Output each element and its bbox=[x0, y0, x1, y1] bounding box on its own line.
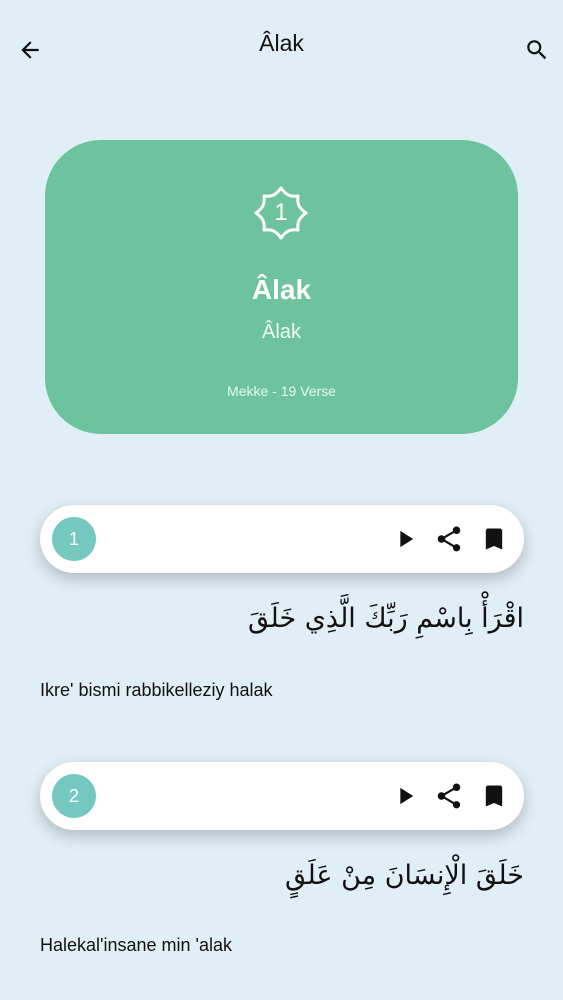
share-icon bbox=[437, 783, 461, 809]
app-bar: Âlak bbox=[0, 0, 563, 96]
verse-toolbar: 1 bbox=[40, 505, 524, 573]
share-icon bbox=[437, 526, 461, 552]
share-button[interactable] bbox=[432, 779, 466, 813]
verse-arabic-text: خَلَقَ الْإِنسَانَ مِنْ عَلَقٍ bbox=[284, 860, 524, 891]
bookmark-icon bbox=[485, 528, 503, 550]
surah-meta: Mekke - 19 Verse bbox=[227, 383, 336, 399]
surah-name: Âlak bbox=[251, 274, 312, 305]
surah-number-badge: 1 bbox=[246, 178, 316, 248]
share-button[interactable] bbox=[432, 522, 466, 556]
verse-toolbar: 2 bbox=[40, 762, 524, 830]
verse-number: 2 bbox=[52, 774, 96, 818]
bookmark-button[interactable] bbox=[477, 522, 511, 556]
search-icon bbox=[527, 40, 547, 60]
surah-translation: Âlak bbox=[262, 321, 301, 343]
verse-number: 1 bbox=[52, 517, 96, 561]
play-button[interactable] bbox=[388, 522, 422, 556]
play-button[interactable] bbox=[388, 779, 422, 813]
verse-transliteration: Halekal'insane min 'alak bbox=[40, 935, 232, 955]
play-icon bbox=[400, 787, 414, 805]
play-icon bbox=[400, 530, 414, 548]
surah-header-card: 1 Âlak Âlak Mekke - 19 Verse bbox=[45, 140, 518, 434]
bookmark-icon bbox=[485, 785, 503, 807]
search-button[interactable] bbox=[517, 30, 557, 70]
verse-arabic-text: اقْرَأْ بِاسْمِ رَبِّكَ الَّذِي خَلَقَ bbox=[248, 603, 524, 634]
bookmark-button[interactable] bbox=[477, 779, 511, 813]
verse-transliteration: Ikre' bismi rabbikelleziy halak bbox=[40, 680, 273, 700]
surah-number: 1 bbox=[274, 199, 288, 226]
page-title: Âlak bbox=[259, 30, 304, 56]
